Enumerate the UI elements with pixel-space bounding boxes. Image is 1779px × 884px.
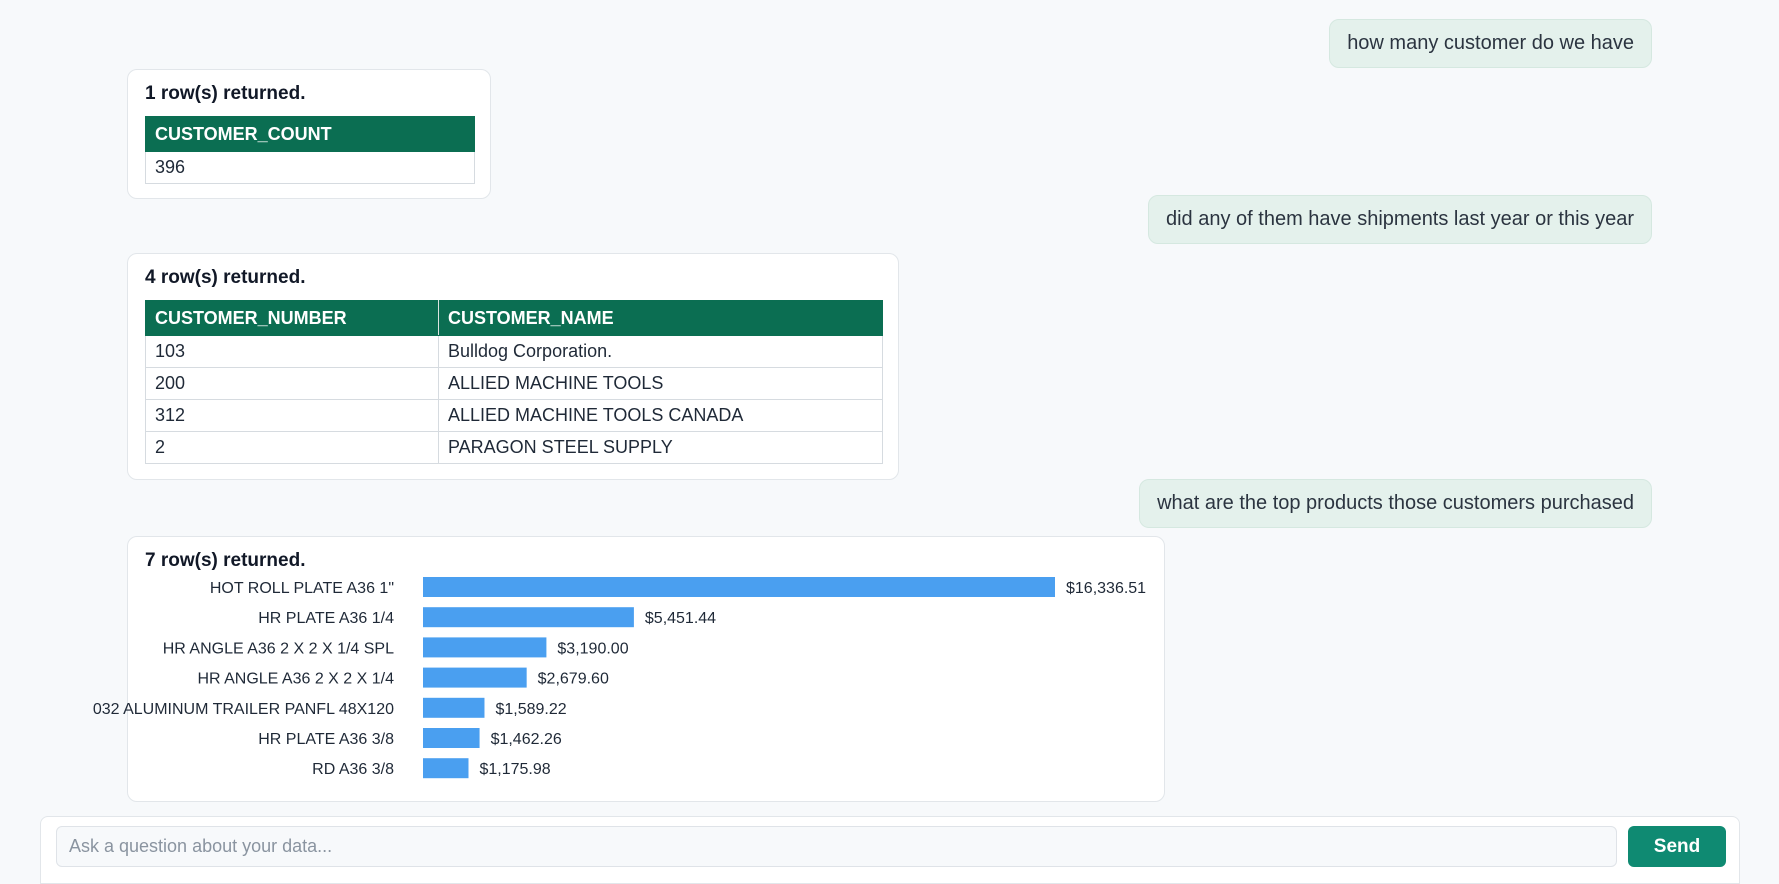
category-label: HR PLATE A36 3/8 <box>258 731 394 748</box>
bar <box>423 758 469 779</box>
send-button[interactable]: Send <box>1628 826 1726 867</box>
value-label: $1,589.22 <box>495 701 566 718</box>
bar <box>423 607 634 628</box>
table-cell: 2 <box>145 431 439 464</box>
table-cell: ALLIED MACHINE TOOLS <box>438 367 883 400</box>
table-cell: 396 <box>145 151 475 184</box>
result-card-top-products: 7 row(s) returned. HOT ROLL PLATE A36 1"… <box>93 536 1165 802</box>
user-message-1: how many customer do we have <box>1329 19 1652 68</box>
category-label: HR PLATE A36 1/4 <box>258 610 394 627</box>
result-summary: 7 row(s) returned. <box>145 550 306 571</box>
category-label: HR ANGLE A36 2 X 2 X 1/4 SPL <box>163 640 394 657</box>
category-label: RD A36 3/8 <box>312 761 394 778</box>
value-label: $2,679.60 <box>538 671 609 688</box>
table-row: 200 ALLIED MACHINE TOOLS <box>145 367 883 400</box>
column-header: CUSTOMER_COUNT <box>145 116 475 152</box>
user-message-3: what are the top products those customer… <box>1139 479 1652 528</box>
bar <box>423 577 1055 597</box>
category-label: HR ANGLE A36 2 X 2 X 1/4 <box>197 671 394 688</box>
top-products-bar-chart: HOT ROLL PLATE A36 1" $16,336.51 HR PLATE … <box>93 577 1146 779</box>
value-label: $16,336.51 <box>1066 580 1146 597</box>
result-card-customer-count: 1 row(s) returned. CUSTOMER_COUNT 396 <box>127 69 491 199</box>
bar <box>423 667 527 688</box>
table-cell: 200 <box>145 367 439 400</box>
result-table-customer-count: CUSTOMER_COUNT 396 <box>145 116 475 184</box>
value-label: $1,175.98 <box>479 761 550 778</box>
table-cell: 312 <box>145 399 439 432</box>
table-header-row: CUSTOMER_NUMBER CUSTOMER_NAME <box>145 300 883 336</box>
user-message-2: did any of them have shipments last year… <box>1147 195 1652 244</box>
table-row: 2 PARAGON STEEL SUPPLY <box>145 431 883 464</box>
table-row: 396 <box>145 151 475 184</box>
column-header: CUSTOMER_NUMBER <box>145 300 439 336</box>
value-label: $1,462.26 <box>491 731 562 748</box>
table-cell: ALLIED MACHINE TOOLS CANADA <box>438 399 883 432</box>
table-cell: PARAGON STEEL SUPPLY <box>438 431 883 464</box>
bar <box>423 697 485 718</box>
result-card-customers: 4 row(s) returned. CUSTOMER_NUMBER CUSTO… <box>127 253 899 480</box>
result-summary: 4 row(s) returned. <box>145 267 306 288</box>
column-header: CUSTOMER_NAME <box>438 300 883 336</box>
bar <box>423 728 480 748</box>
category-label: HOT ROLL PLATE A36 1" <box>210 580 394 597</box>
result-summary: 1 row(s) returned. <box>145 83 306 104</box>
table-row: 312 ALLIED MACHINE TOOLS CANADA <box>145 399 883 432</box>
table-cell: 103 <box>145 335 439 368</box>
question-input[interactable] <box>56 826 1617 867</box>
table-cell: Bulldog Corporation. <box>438 335 883 368</box>
table-header-row: CUSTOMER_COUNT <box>145 116 475 152</box>
chat-composer: Send <box>40 816 1740 884</box>
value-label: $5,451.44 <box>645 610 716 627</box>
table-row: 103 Bulldog Corporation. <box>145 335 883 368</box>
value-label: $3,190.00 <box>557 640 628 657</box>
category-label: 032 ALUMINUM TRAILER PANFL 48X120 <box>93 701 394 718</box>
bar <box>423 637 547 658</box>
result-table-customers: CUSTOMER_NUMBER CUSTOMER_NAME 103 Bulldo… <box>145 300 883 464</box>
